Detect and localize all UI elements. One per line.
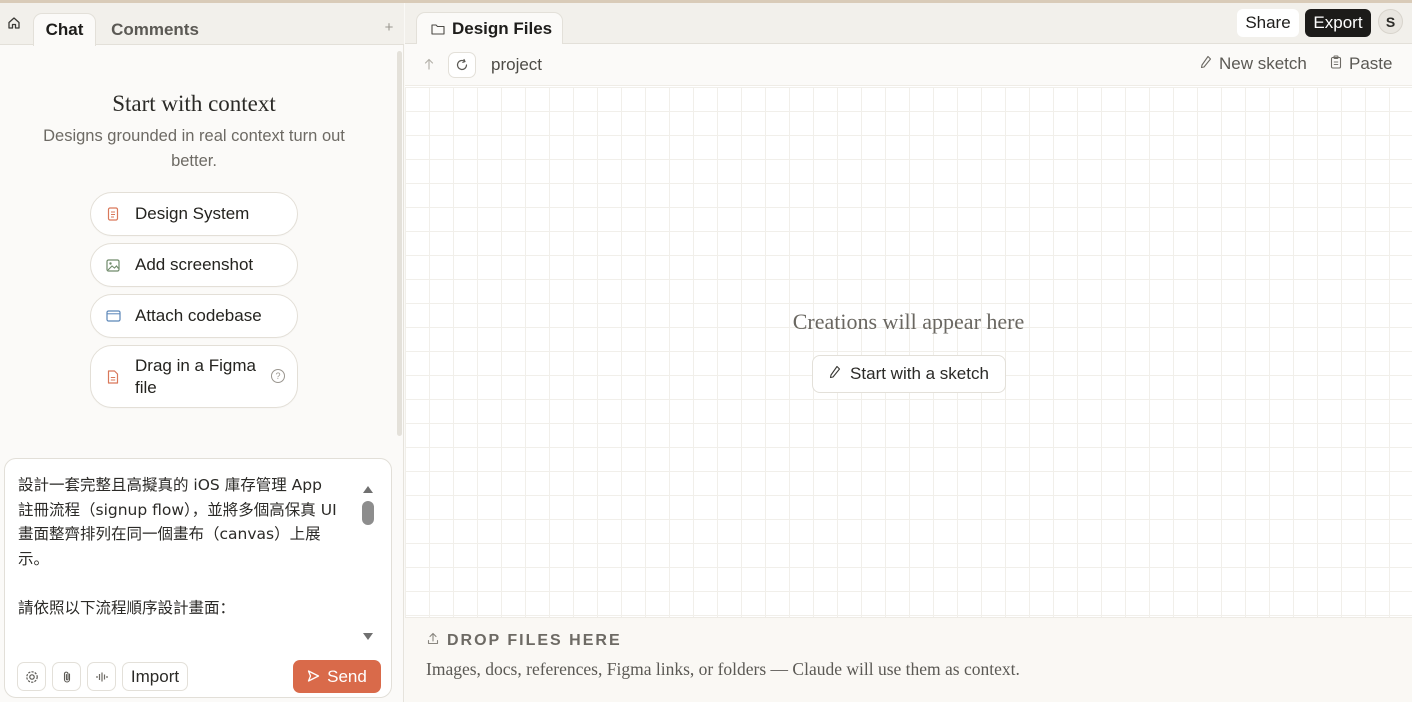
arrow-up-icon[interactable] (421, 54, 437, 74)
clipboard-icon (1330, 54, 1342, 74)
refresh-icon[interactable] (448, 52, 476, 78)
paperclip-icon[interactable] (52, 662, 81, 691)
start-sketch-label: Start with a sketch (850, 364, 989, 383)
upload-icon (427, 632, 439, 650)
code-window-icon (105, 308, 121, 324)
scroll-down-arrow-icon[interactable] (362, 629, 374, 640)
new-sketch-label: New sketch (1219, 54, 1307, 73)
pencil-icon (1200, 54, 1212, 74)
drop-zone-heading-text: DROP FILES HERE (447, 632, 622, 649)
home-icon[interactable] (4, 12, 24, 34)
chat-tab-bar: Chat Comments + (0, 3, 404, 46)
design-canvas[interactable]: Creations will appear here Start with a … (405, 87, 1412, 617)
import-button[interactable]: Import (122, 662, 188, 691)
chat-scrollbar[interactable] (397, 51, 402, 436)
add-tab-button[interactable]: + (380, 17, 398, 37)
add-screenshot-label: Add screenshot (135, 255, 254, 274)
export-button[interactable]: Export (1305, 9, 1371, 37)
new-sketch-button[interactable]: New sketch (1200, 53, 1307, 75)
files-tab-bar: Design Files Share Export S (405, 3, 1412, 45)
design-system-label: Design System (135, 204, 250, 223)
attach-codebase-label: Attach codebase (135, 306, 262, 325)
breadcrumb[interactable]: project (491, 55, 542, 75)
message-composer[interactable]: 設計一套完整且高擬真的 iOS 庫存管理 App 註冊流程（signup flo… (4, 458, 392, 698)
help-icon[interactable]: ? (271, 369, 285, 383)
document-icon (105, 206, 121, 222)
drop-zone-heading: DROP FILES HERE (427, 632, 622, 650)
image-icon (105, 257, 121, 273)
design-system-button[interactable]: Design System (90, 192, 298, 236)
figma-file-button[interactable]: Drag in a Figma file ? (90, 345, 298, 408)
file-icon (105, 369, 121, 385)
attach-codebase-button[interactable]: Attach codebase (90, 294, 298, 338)
tab-design-files[interactable]: Design Files (416, 12, 563, 45)
start-sketch-button[interactable]: Start with a sketch (812, 355, 1006, 393)
send-icon (307, 667, 320, 687)
message-input[interactable]: 設計一套完整且高擬真的 iOS 庫存管理 App 註冊流程（signup flo… (18, 473, 358, 633)
tab-design-files-label: Design Files (452, 19, 553, 38)
folder-icon (431, 24, 445, 35)
composer-scrollbar-thumb[interactable] (362, 501, 374, 525)
send-label: Send (327, 666, 367, 686)
paste-label: Paste (1349, 54, 1393, 73)
design-files-panel: Design Files Share Export S project New … (405, 3, 1412, 702)
file-drop-zone[interactable]: DROP FILES HERE Images, docs, references… (405, 617, 1412, 702)
context-subtitle: Designs grounded in real context turn ou… (43, 127, 345, 170)
share-button[interactable]: Share (1237, 9, 1299, 37)
settings-icon[interactable] (17, 662, 46, 691)
avatar[interactable]: S (1378, 9, 1403, 34)
scroll-up-arrow-icon[interactable] (362, 481, 374, 493)
send-button[interactable]: Send (293, 660, 381, 693)
context-title: Start with context (112, 91, 276, 116)
figma-file-label: Drag in a Figma file (135, 355, 256, 397)
audio-waveform-icon[interactable] (87, 662, 116, 691)
empty-state-title: Creations will appear here (792, 309, 1025, 334)
files-toolbar: project New sketch Paste (405, 44, 1412, 86)
tab-comments[interactable]: Comments (100, 13, 210, 46)
pencil-icon (829, 364, 841, 384)
paste-button[interactable]: Paste (1330, 53, 1392, 75)
tab-chat[interactable]: Chat (33, 13, 96, 46)
add-screenshot-button[interactable]: Add screenshot (90, 243, 298, 287)
chat-panel: Chat Comments + Start with context Desig… (0, 3, 404, 702)
drop-zone-subtext: Images, docs, references, Figma links, o… (426, 659, 1020, 679)
